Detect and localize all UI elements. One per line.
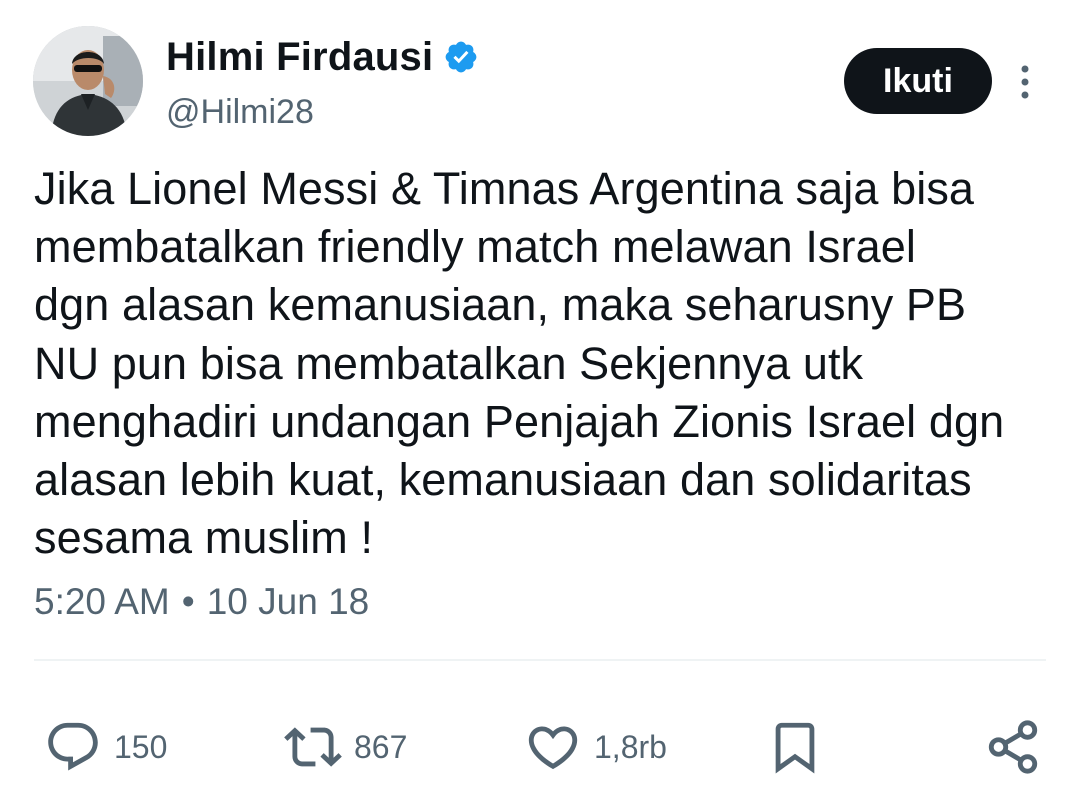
meta-separator: • bbox=[181, 581, 195, 622]
follow-button[interactable]: Ikuti bbox=[844, 48, 992, 114]
like-button[interactable]: 1,8rb bbox=[524, 712, 667, 782]
like-count: 1,8rb bbox=[594, 728, 667, 765]
verified-badge-icon bbox=[443, 39, 479, 75]
retweet-button[interactable]: 867 bbox=[284, 712, 407, 782]
avatar[interactable] bbox=[33, 26, 143, 136]
bookmark-icon bbox=[775, 722, 815, 774]
author-handle[interactable]: @Hilmi28 bbox=[166, 92, 314, 132]
author-display-name[interactable]: Hilmi Firdausi bbox=[166, 34, 433, 80]
retweet-icon bbox=[284, 727, 342, 767]
more-vertical-icon[interactable] bbox=[1012, 62, 1038, 102]
avatar-photo bbox=[33, 26, 143, 136]
action-bar: 150 867 1,8rb bbox=[0, 712, 1080, 782]
heart-icon bbox=[528, 726, 578, 770]
tweet-time: 5:20 AM bbox=[34, 581, 170, 622]
bookmark-button[interactable] bbox=[766, 712, 824, 782]
divider bbox=[34, 659, 1046, 661]
tweet-text: Jika Lionel Messi & Timnas Argentina saj… bbox=[34, 163, 1005, 564]
share-button[interactable] bbox=[984, 712, 1042, 782]
author-name-row: Hilmi Firdausi bbox=[166, 34, 479, 80]
tweet-timestamp[interactable]: 5:20 AM • 10 Jun 18 bbox=[34, 580, 369, 624]
retweet-count: 867 bbox=[354, 728, 408, 765]
share-icon bbox=[988, 720, 1038, 774]
tweet-date: 10 Jun 18 bbox=[206, 581, 370, 622]
reply-count: 150 bbox=[114, 728, 168, 765]
reply-button[interactable]: 150 bbox=[44, 712, 167, 782]
reply-icon bbox=[48, 722, 98, 771]
